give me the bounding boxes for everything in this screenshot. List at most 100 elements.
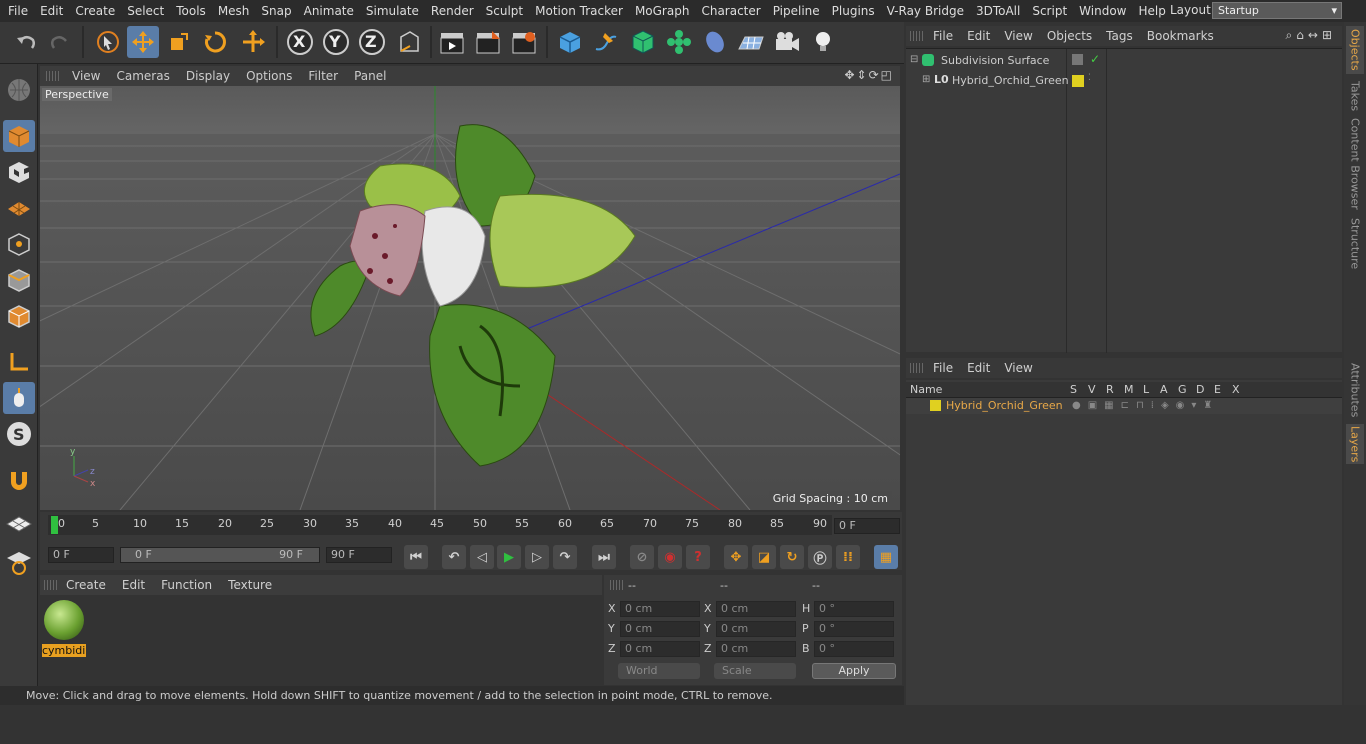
x-axis-lock-button[interactable]: X [284,26,316,58]
scale-select[interactable]: Scale [714,663,796,679]
mat-menu-texture[interactable]: Texture [220,578,280,592]
menu-file[interactable]: File [2,4,34,18]
rotate-tool-icon[interactable] [199,26,231,58]
tab-attributes[interactable]: Attributes [1346,360,1364,420]
previous-frame-icon[interactable]: ◁ [470,545,494,569]
menu-mograph[interactable]: MoGraph [629,4,696,18]
menu-snap[interactable]: Snap [255,4,297,18]
previous-key-icon[interactable]: ↶ [442,545,466,569]
obj-menu-objects[interactable]: Objects [1040,29,1099,43]
visibility-dots-icon[interactable]: ⁚ [1088,73,1091,83]
coordinate-system-icon[interactable] [393,26,425,58]
snap-magnet-icon[interactable] [3,464,35,496]
axis-mode-icon[interactable] [3,346,35,378]
menu-animate[interactable]: Animate [298,4,360,18]
cloner-icon[interactable] [663,26,695,58]
tweak-mode-icon[interactable] [3,382,35,414]
size-x-field[interactable]: 0 cm [716,601,796,617]
tab-layers[interactable]: Layers [1346,424,1364,464]
panel-grip[interactable] [910,31,924,41]
vp-menu-panel[interactable]: Panel [346,69,394,83]
rotation-h-field[interactable]: 0 ° [814,601,894,617]
menu-motion-tracker[interactable]: Motion Tracker [529,4,629,18]
perspective-viewport[interactable]: y zx Perspective Grid Spacing : 10 cm [40,86,900,510]
menu-plugins[interactable]: Plugins [826,4,881,18]
obj-menu-tags[interactable]: Tags [1099,29,1140,43]
rotation-p-field[interactable]: 0 ° [814,621,894,637]
model-mode-icon[interactable] [3,120,35,152]
mat-menu-edit[interactable]: Edit [114,578,153,592]
tab-structure[interactable]: Structure [1346,214,1364,274]
menu-script[interactable]: Script [1026,4,1073,18]
mat-menu-function[interactable]: Function [153,578,220,592]
next-key-icon[interactable]: ↷ [553,545,577,569]
autokey-icon[interactable]: ◉ [658,545,682,569]
go-to-start-icon[interactable]: ⏮ [404,545,428,569]
menu-character[interactable]: Character [695,4,766,18]
solo-mode-icon[interactable]: S [3,418,35,450]
timeline-playhead[interactable] [51,516,58,534]
layer-col-name[interactable]: Name [910,383,942,396]
make-editable-icon[interactable] [3,74,35,106]
mat-menu-create[interactable]: Create [58,578,114,592]
menu-3dtoall[interactable]: 3DToAll [970,4,1026,18]
key-parameter-icon[interactable]: Ⓟ [808,545,832,569]
menu-window[interactable]: Window [1073,4,1132,18]
vp-menu-filter[interactable]: Filter [300,69,346,83]
layer-menu-view[interactable]: View [997,361,1039,375]
layer-col-deformers[interactable]: D [1196,383,1204,396]
apply-button[interactable]: Apply [812,663,896,679]
layer-col-view[interactable]: V [1088,383,1096,396]
camera-icon[interactable] [771,26,803,58]
polygons-mode-icon[interactable] [3,300,35,332]
editor-visibility-icon[interactable] [1072,54,1083,65]
timeline[interactable]: 0 5 10 15 20 25 30 35 40 45 50 55 60 65 … [40,512,902,542]
layer-col-render[interactable]: R [1106,383,1114,396]
layer-col-xref[interactable]: X [1232,383,1240,396]
render-picture-viewer-icon[interactable] [472,26,504,58]
key-rotation-icon[interactable]: ↻ [780,545,804,569]
texture-mode-icon[interactable] [3,156,35,188]
layer-col-solo[interactable]: S [1070,383,1077,396]
layer-color-swatch[interactable] [930,400,941,411]
layer-row[interactable]: Hybrid_Orchid_Green ●▣▦⊏⊓⁞◈◉▾♜ [906,398,1342,414]
vp-menu-cameras[interactable]: Cameras [108,69,177,83]
rotation-b-field[interactable]: 0 ° [814,641,894,657]
y-axis-lock-button[interactable]: Y [320,26,352,58]
menu-help[interactable]: Help [1132,4,1171,18]
cube-primitive-icon[interactable] [554,26,586,58]
workplane-snap-icon[interactable] [3,546,35,578]
material-swatch[interactable]: cymbidi [42,598,86,657]
timeline-window-icon[interactable]: ▦ [874,545,898,569]
collapse-icon[interactable]: ⊟ [910,54,918,65]
layer-col-generators[interactable]: G [1178,383,1187,396]
layer-col-manager[interactable]: M [1124,383,1134,396]
size-z-field[interactable]: 0 cm [716,641,796,657]
menu-render[interactable]: Render [425,4,480,18]
redo-icon[interactable] [44,26,76,58]
menu-simulate[interactable]: Simulate [360,4,425,18]
undo-icon[interactable] [10,26,42,58]
vp-menu-options[interactable]: Options [238,69,300,83]
layer-name[interactable]: Hybrid_Orchid_Green [946,399,1063,412]
workplane-mode-icon[interactable] [3,192,35,224]
edges-mode-icon[interactable] [3,264,35,296]
vp-menu-view[interactable]: View [64,69,108,83]
object-row-subdivision-surface[interactable]: ⊟ Subdivision Surface ✓ [906,52,1342,71]
panel-grip[interactable] [610,580,624,590]
move-tool-icon[interactable] [127,26,159,58]
layer-col-animation[interactable]: A [1160,383,1168,396]
tab-takes[interactable]: Takes [1346,78,1364,114]
live-selection-icon[interactable] [92,26,124,58]
key-scale-icon[interactable]: ◪ [752,545,776,569]
position-y-field[interactable]: 0 cm [620,621,700,637]
end-frame-field[interactable]: 90 F [326,547,392,563]
menu-create[interactable]: Create [69,4,121,18]
layout-select[interactable]: Startup [1212,2,1342,19]
tab-objects[interactable]: Objects [1346,26,1364,74]
frame-range-slider[interactable]: 0 F 90 F [120,547,320,563]
menu-sculpt[interactable]: Sculpt [480,4,529,18]
layer-col-expressions[interactable]: E [1214,383,1221,396]
panel-grip[interactable] [46,71,60,81]
vp-menu-display[interactable]: Display [178,69,238,83]
